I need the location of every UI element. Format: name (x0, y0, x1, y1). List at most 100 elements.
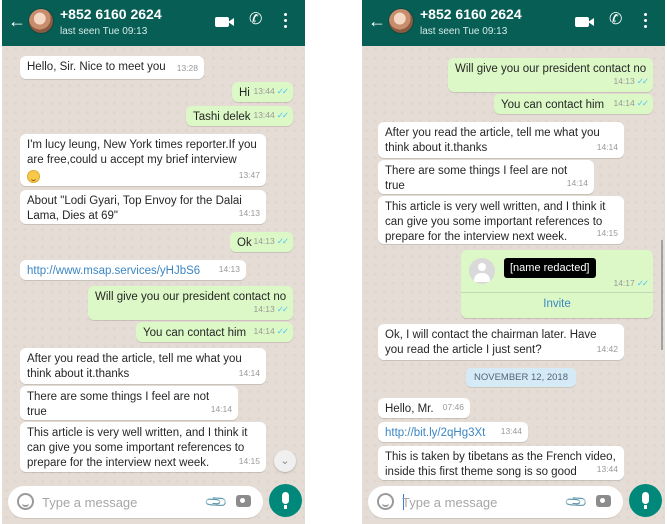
camera-icon[interactable] (236, 495, 251, 507)
message-text: This article is very well written, and I… (385, 201, 606, 243)
message-time: 14:13 (253, 304, 275, 314)
contact-placeholder-avatar-icon (469, 258, 495, 284)
message-time: 14:13 (613, 76, 635, 86)
message-time: 14:15 (238, 456, 260, 466)
message-bubble[interactable]: You can contact him 14:14 ✓✓ (136, 322, 293, 342)
message-text: Ok, I will contact the chairman later. H… (385, 329, 597, 356)
message-bubble[interactable]: Will give you our president contact no 1… (88, 286, 293, 320)
message-bubble[interactable]: I'm lucy leung, New York times reporter.… (20, 134, 266, 186)
contact-card-name: [name redacted] (504, 258, 596, 278)
smiling-face-emoji-icon (27, 170, 40, 183)
scroll-down-icon[interactable]: ⌄ (274, 450, 296, 472)
message-input[interactable] (402, 494, 552, 510)
message-bubble[interactable]: Tashi delek 13:44 ✓✓ (186, 106, 293, 126)
read-ticks-icon: ✓✓ (636, 98, 649, 108)
message-time: 07:46 (442, 402, 464, 412)
message-bubble[interactable]: Hi 13:44 ✓✓ (232, 82, 293, 102)
message-text: Hello, Sir. Nice to meet you (27, 61, 166, 73)
message-bubble[interactable]: After you read the article, tell me what… (378, 122, 624, 158)
message-time: 14:13 (253, 236, 275, 246)
message-bubble[interactable]: http://bit.ly/2qHg3Xt 13:44 (378, 422, 528, 442)
contact-name[interactable]: +852 6160 2624 (60, 6, 162, 22)
video-call-icon[interactable] (215, 17, 234, 27)
message-bubble[interactable]: Hello, Mr. 07:46 (378, 398, 470, 418)
message-time: 13:44 (596, 464, 618, 474)
message-text: This article is very well written, and I… (27, 427, 248, 469)
chat-header: ← +852 6160 2624 last seen Tue 09:13 ✆ (2, 0, 305, 46)
message-bubble[interactable]: You can contact him 14:14 ✓✓ (494, 94, 653, 114)
video-call-icon[interactable] (575, 17, 594, 27)
chat-screen-right: ← +852 6160 2624 last seen Tue 09:13 ✆ W… (362, 0, 665, 524)
message-link[interactable]: http://www.msap.services/yHJbS6 (27, 264, 240, 279)
last-seen-status: last seen Tue 09:13 (420, 26, 508, 37)
message-bubble[interactable]: This article is very well written, and I… (378, 196, 624, 244)
back-arrow-icon[interactable]: ← (368, 12, 386, 30)
message-bubble[interactable]: http://www.msap.services/yHJbS6 14:13 (20, 260, 246, 280)
message-time: 14:14 (596, 142, 618, 152)
message-text: I'm lucy leung, New York times reporter.… (27, 139, 257, 166)
back-arrow-icon[interactable]: ← (8, 12, 26, 30)
message-time: 14:14 (566, 178, 588, 188)
scrollbar[interactable] (661, 240, 663, 350)
read-ticks-icon: ✓✓ (276, 326, 289, 336)
message-text: There are some things I feel are not tru… (27, 391, 210, 418)
message-time: 14:13 (218, 264, 240, 274)
message-bubble[interactable]: There are some things I feel are not tru… (378, 160, 594, 194)
contact-avatar[interactable] (28, 8, 54, 34)
message-time: 13:44 (253, 110, 275, 120)
message-list[interactable]: Hello, Sir. Nice to meet you 13:28 Hi 13… (2, 46, 305, 480)
menu-dots-icon[interactable] (284, 12, 288, 30)
read-ticks-icon: ✓✓ (636, 76, 649, 86)
message-time: 13:28 (176, 63, 198, 73)
microphone-icon (282, 492, 289, 509)
smiley-icon[interactable] (17, 493, 34, 510)
divider (461, 292, 653, 293)
chat-screen-left: ← +852 6160 2624 last seen Tue 09:13 ✆ H… (2, 0, 305, 524)
message-list[interactable]: Will give you our president contact no 1… (362, 46, 665, 480)
phone-icon[interactable]: ✆ (609, 11, 622, 29)
read-ticks-icon: ✓✓ (276, 86, 289, 96)
read-ticks-icon: ✓✓ (276, 236, 289, 246)
menu-dots-icon[interactable] (644, 12, 648, 30)
read-ticks-icon: ✓✓ (276, 304, 289, 314)
paperclip-icon[interactable]: 📎 (203, 489, 229, 515)
message-bubble[interactable]: Hello, Sir. Nice to meet you 13:28 (20, 56, 204, 79)
message-time: 14:17 (613, 278, 635, 288)
message-bubble[interactable]: Ok 14:13 ✓✓ (230, 232, 293, 252)
message-text: There are some things I feel are not tru… (385, 165, 568, 192)
date-separator: NOVEMBER 12, 2018 (466, 368, 576, 387)
contact-card-message[interactable]: [name redacted] 14:17 ✓✓ Invite (461, 250, 653, 318)
message-time: 13:47 (238, 170, 260, 180)
message-time: 14:13 (238, 208, 260, 218)
message-input[interactable] (42, 494, 192, 510)
mic-button[interactable] (629, 484, 662, 517)
message-bubble[interactable]: This article is very well written, and I… (20, 422, 266, 472)
message-bubble[interactable]: Will give you our president contact no 1… (448, 58, 653, 92)
message-bubble[interactable]: About "Lodi Gyari, Top Envoy for the Dal… (20, 190, 266, 224)
message-text: About "Lodi Gyari, Top Envoy for the Dal… (27, 195, 242, 222)
mic-button[interactable] (269, 484, 302, 517)
message-compose-bar: 📎 (8, 486, 263, 518)
read-ticks-icon: ✓✓ (636, 278, 649, 288)
message-bubble[interactable]: There are some things I feel are not tru… (20, 386, 238, 420)
message-time: 13:44 (253, 86, 275, 96)
message-time: 13:44 (500, 426, 522, 436)
phone-icon[interactable]: ✆ (249, 11, 262, 29)
message-bubble[interactable]: This is taken by tibetans as the French … (378, 446, 624, 480)
contact-avatar[interactable] (388, 8, 414, 34)
contact-name[interactable]: +852 6160 2624 (420, 6, 522, 22)
smiley-icon[interactable] (377, 493, 394, 510)
camera-icon[interactable] (596, 495, 611, 507)
message-compose-bar: 📎 (368, 486, 623, 518)
message-text: After you read the article, tell me what… (27, 353, 242, 380)
read-ticks-icon: ✓✓ (276, 110, 289, 120)
message-time: 14:14 (238, 368, 260, 378)
invite-button[interactable]: Invite (461, 298, 653, 310)
message-bubble[interactable]: Ok, I will contact the chairman later. H… (378, 324, 624, 360)
chat-header: ← +852 6160 2624 last seen Tue 09:13 ✆ (362, 0, 665, 46)
message-bubble[interactable]: After you read the article, tell me what… (20, 348, 266, 384)
paperclip-icon[interactable]: 📎 (563, 489, 589, 515)
message-time: 14:14 (613, 98, 635, 108)
message-time: 14:15 (596, 228, 618, 238)
message-time: 14:14 (210, 404, 232, 414)
